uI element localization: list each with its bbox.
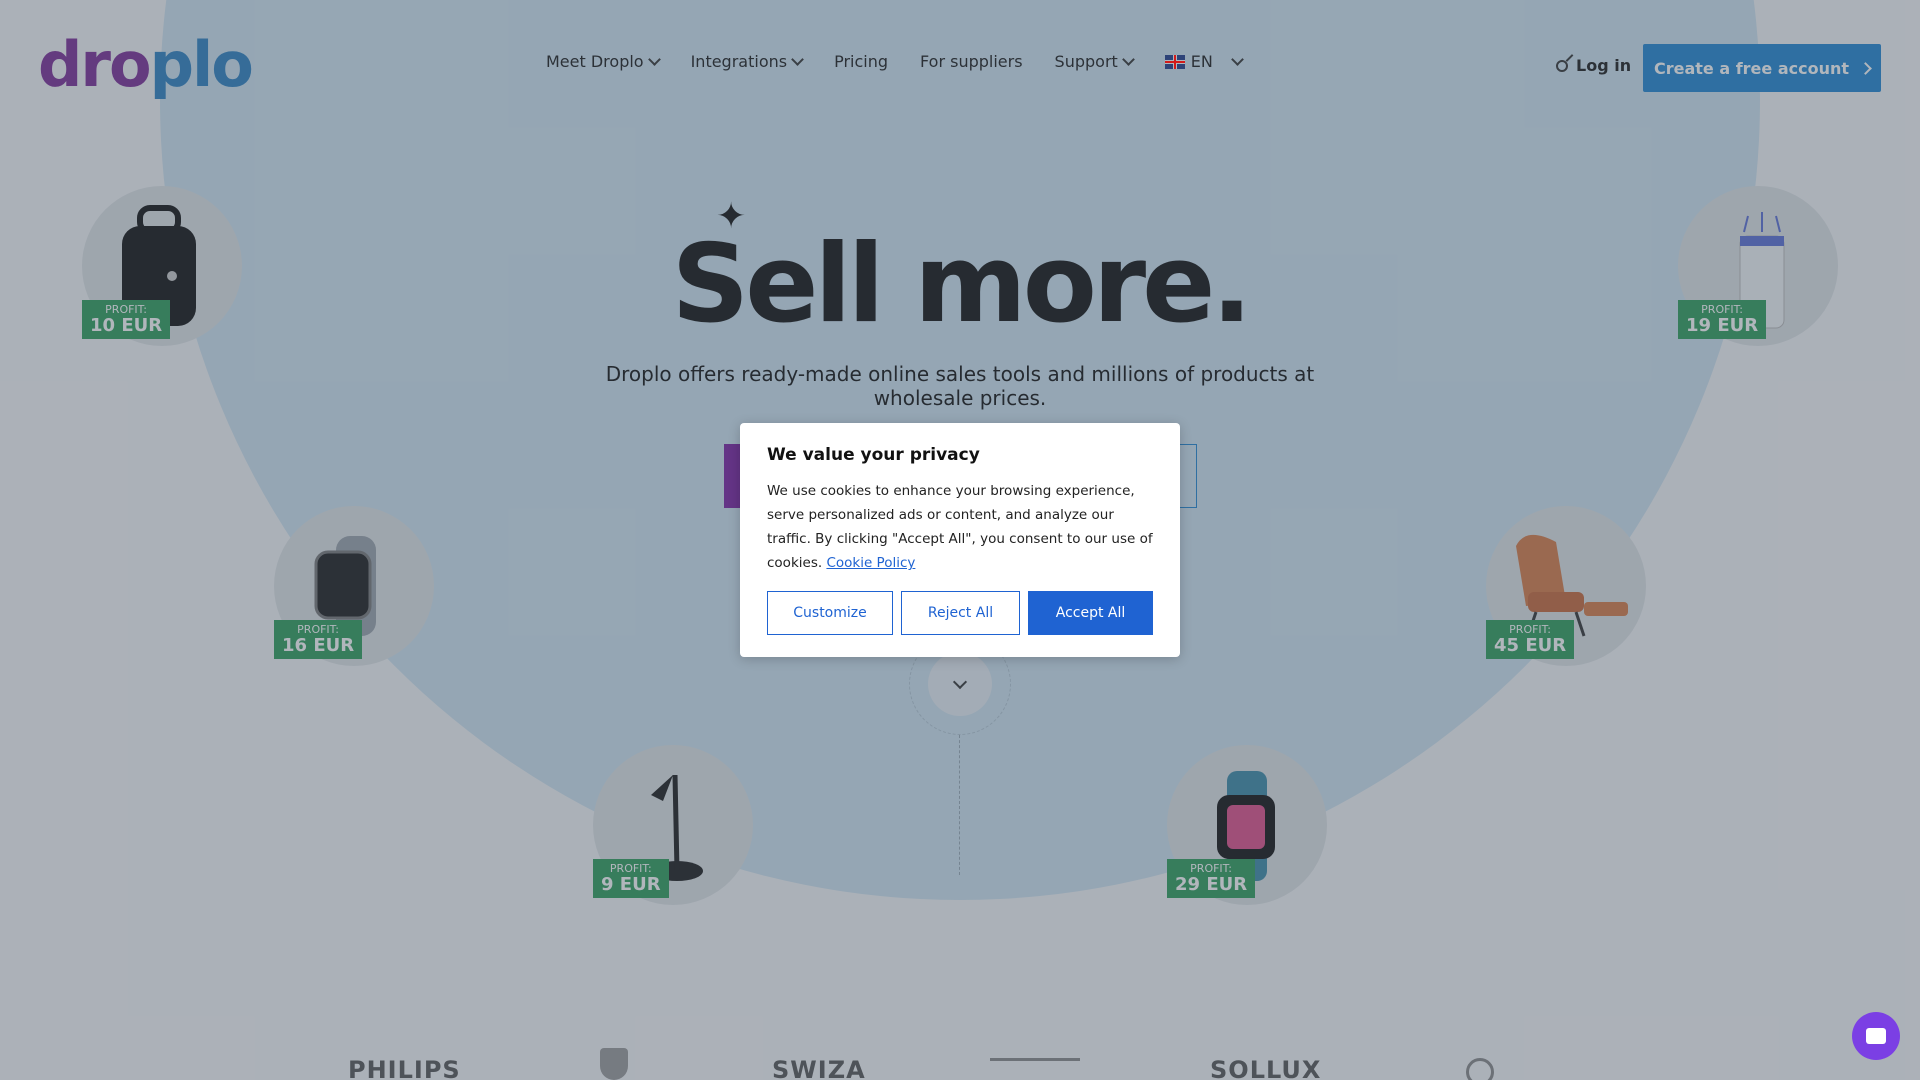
page: droplo Meet Droplo Integrations Pricing … <box>0 0 1920 1080</box>
cookie-dialog-text: We use cookies to enhance your browsing … <box>767 483 1153 571</box>
cookie-policy-link[interactable]: Cookie Policy <box>826 555 915 571</box>
accept-all-button[interactable]: Accept All <box>1028 591 1153 635</box>
chat-widget-button[interactable] <box>1852 1012 1900 1060</box>
cookie-consent-dialog: We value your privacy We use cookies to … <box>740 423 1180 657</box>
cookie-dialog-title: We value your privacy <box>767 445 980 465</box>
reject-all-button[interactable]: Reject All <box>901 591 1020 635</box>
customize-button[interactable]: Customize <box>767 591 893 635</box>
chat-bubble-icon <box>1866 1028 1886 1044</box>
